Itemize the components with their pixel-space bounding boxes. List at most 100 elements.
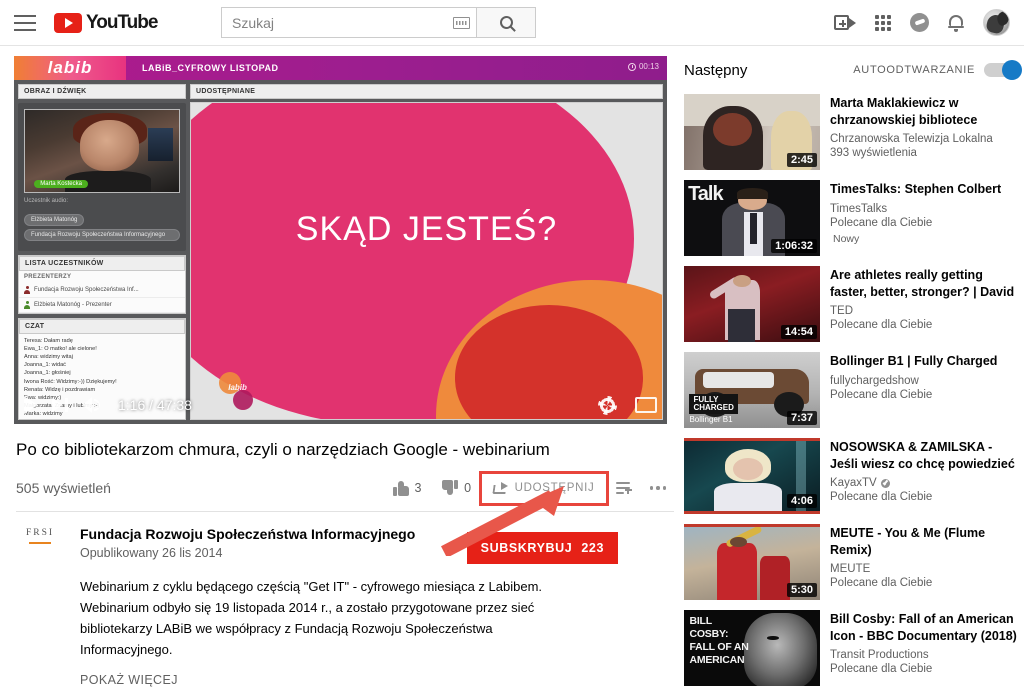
webinar-body: OBRAZ I DŹWIĘK Marta Kostecka Uczestnik … (14, 80, 667, 424)
suggestion-meta: Polecane dla Ciebie (830, 663, 933, 675)
player-time: 1:16 / 47:38 (118, 397, 192, 413)
suggestion-channel: TED (830, 305, 1020, 317)
suggestion-channel-name: Chrzanowska Telewizja Lokalna (830, 133, 993, 145)
suggestion-channel: Transit Productions (830, 649, 1020, 661)
search-bar: Szukaj (221, 7, 536, 38)
webcam-block: Marta Kostecka Uczestnik audio: Elżbieta… (18, 103, 186, 251)
like-button[interactable]: 3 (383, 480, 433, 496)
page-title: Po co bibliotekarzom chmura, czyli o nar… (16, 440, 550, 459)
next-video-icon[interactable] (52, 398, 68, 412)
more-actions-icon[interactable] (642, 486, 675, 490)
create-video-icon[interactable] (834, 15, 856, 30)
list-item[interactable]: 14:54 Are athletes really getting faster… (684, 266, 1020, 342)
keyboard-icon[interactable] (453, 16, 470, 29)
thumbs-up-icon (392, 480, 409, 496)
presentation-slide: SKĄD JESTEŚ? labib (190, 102, 663, 420)
channel-row: FRSI Fundacja Rozwoju Społeczeństwa Info… (14, 526, 674, 564)
video-thumbnail[interactable]: BILL COSBY: FALL OF AN AMERICAN (684, 610, 820, 686)
suggestion-channel-name: MEUTE (830, 563, 871, 575)
view-count: 505 wyświetleń (16, 480, 111, 496)
chat-line: Joanna_1: widać (24, 362, 66, 369)
suggestion-channel: MEUTE (830, 563, 1020, 575)
panel-header-chat: CZAT (19, 319, 185, 334)
suggestion-meta: Polecane dla Ciebie (830, 388, 933, 401)
panel-header-participants: LISTA UCZESTNIKÓW (19, 256, 185, 271)
panel-header-av: OBRAZ I DŹWIĘK (18, 84, 186, 99)
suggestion-title: MEUTE - You & Me (Flume Remix) (830, 526, 986, 557)
webinar-title: LABiB_CYFROWY LISTOPAD (142, 63, 279, 73)
verified-badge-icon (880, 478, 890, 488)
webcam-image: Marta Kostecka (24, 109, 180, 193)
video-meta-row: 505 wyświetleń 3 0 UDOSTĘPNIJ (14, 470, 675, 506)
search-placeholder: Szukaj (232, 14, 275, 31)
gear-icon[interactable] (598, 395, 617, 415)
messages-icon[interactable] (910, 13, 929, 32)
suggestion-info: Marta Maklakiewicz w chrzanowskiej bibli… (830, 94, 1020, 170)
suggestion-title: TimesTalks: Stephen Colbert (830, 182, 1002, 196)
suggestion-title: Bollinger B1 | Fully Charged (830, 354, 998, 368)
person-icon (24, 301, 30, 309)
volume-icon[interactable] (82, 397, 100, 413)
audio-participant-label: Uczestnik audio: (24, 198, 69, 204)
list-item[interactable]: 2:45 Marta Maklakiewicz w chrzanowskiej … (684, 94, 1020, 170)
channel-name[interactable]: Fundacja Rozwoju Społeczeństwa Informacy… (80, 526, 415, 542)
apps-grid-icon[interactable] (875, 14, 891, 31)
player-controls: 1:16 / 47:38 (14, 386, 667, 424)
panel-header-shared: UDOSTĘPNIANE (190, 84, 663, 99)
publish-date: Opublikowany 26 lis 2014 (80, 546, 223, 560)
video-duration: 5:30 (786, 583, 817, 597)
list-item[interactable]: BILL COSBY: FALL OF AN AMERICAN Bill Cosby:… (684, 610, 1020, 686)
suggestion-info: Bollinger B1 | Fully Charged fullycharge… (830, 352, 997, 428)
search-button[interactable] (476, 7, 536, 38)
dislike-count: 0 (464, 481, 472, 495)
channel-avatar-text: FRSI (25, 528, 55, 538)
labib-logo: labib (14, 56, 126, 80)
video-thumbnail[interactable]: 5:30 (684, 524, 820, 600)
theater-mode-icon[interactable] (635, 397, 657, 413)
play-icon[interactable] (24, 396, 38, 414)
video-player[interactable]: labib LABiB_CYFROWY LISTOPAD 00:13 OBRAZ… (14, 56, 667, 424)
video-actions: 3 0 UDOSTĘPNIJ (383, 470, 675, 506)
share-button[interactable]: UDOSTĘPNIJ (484, 477, 604, 500)
video-thumbnail[interactable]: Talk 1:06:32 (684, 180, 820, 256)
notifications-bell-icon[interactable] (948, 14, 964, 32)
subscribe-button[interactable]: SUBSKRYBUJ 223 (466, 532, 618, 564)
share-arrow-icon (493, 481, 508, 495)
chat-line: Iwona Rość: Widzimy:-)) Dziękujemy! (24, 378, 117, 385)
youtube-logo[interactable]: YouTube (54, 11, 158, 34)
account-avatar[interactable] (983, 9, 1010, 36)
page-body: labib LABiB_CYFROWY LISTOPAD 00:13 OBRAZ… (0, 46, 1024, 687)
search-input[interactable]: Szukaj (221, 7, 476, 38)
thumbs-down-icon (442, 480, 459, 496)
suggestion-info: Bill Cosby: Fall of an American Icon - B… (830, 610, 1020, 686)
list-item[interactable]: 4:06 NOSOWSKA & ZAMILSKA - Jeśli wiesz c… (684, 438, 1020, 514)
suggestion-channel: Chrzanowska Telewizja Lokalna (830, 133, 1020, 145)
youtube-logo-text: YouTube (86, 11, 158, 33)
save-to-playlist-button[interactable] (606, 481, 642, 495)
show-more-button[interactable]: POKAŻ WIĘCEJ (80, 673, 674, 687)
person-icon (24, 286, 30, 294)
suggestion-channel-name: KayaxTV (830, 477, 877, 489)
video-thumbnail[interactable]: 2:45 (684, 94, 820, 170)
suggestion-info: MEUTE - You & Me (Flume Remix) MEUTE Pol… (830, 524, 1020, 600)
suggestion-channel: fullychargedshow (830, 375, 997, 387)
list-item[interactable]: Talk 1:06:32 TimesTalks: Stephen Colbert… (684, 180, 1020, 256)
video-thumbnail[interactable]: 14:54 (684, 266, 820, 342)
suggestion-channel-name: TimesTalks (830, 202, 888, 215)
suggestion-meta: Polecane dla Ciebie (830, 319, 933, 331)
channel-avatar[interactable]: FRSI (16, 526, 64, 560)
video-description: Webinarium z cyklu będącego częścią "Get… (80, 579, 543, 658)
participant-row: Fundacja Rozwoju Społeczeństwa Inf... (19, 283, 185, 298)
suggestion-title: NOSOWSKA & ZAMILSKA - Jeśli wiesz co chc… (830, 440, 1015, 471)
video-thumbnail[interactable]: FULLY CHARGED Bollinger B1 7:37 (684, 352, 820, 428)
list-item[interactable]: 5:30 MEUTE - You & Me (Flume Remix) MEUT… (684, 524, 1020, 600)
sidebar: Następny AUTOODTWARZANIE 2:45 Marta Makl… (684, 56, 1022, 687)
dislike-button[interactable]: 0 (432, 480, 482, 496)
autoplay-toggle[interactable] (984, 60, 1022, 80)
hamburger-icon[interactable] (14, 14, 36, 31)
chat-line: Joanna_1: głośniej (24, 370, 71, 377)
share-button-label: UDOSTĘPNIJ (514, 482, 595, 494)
video-thumbnail[interactable]: 4:06 (684, 438, 820, 514)
list-item[interactable]: FULLY CHARGED Bollinger B1 7:37 Bollinger … (684, 352, 1020, 428)
suggestion-meta: Polecane dla Ciebie (830, 491, 933, 503)
